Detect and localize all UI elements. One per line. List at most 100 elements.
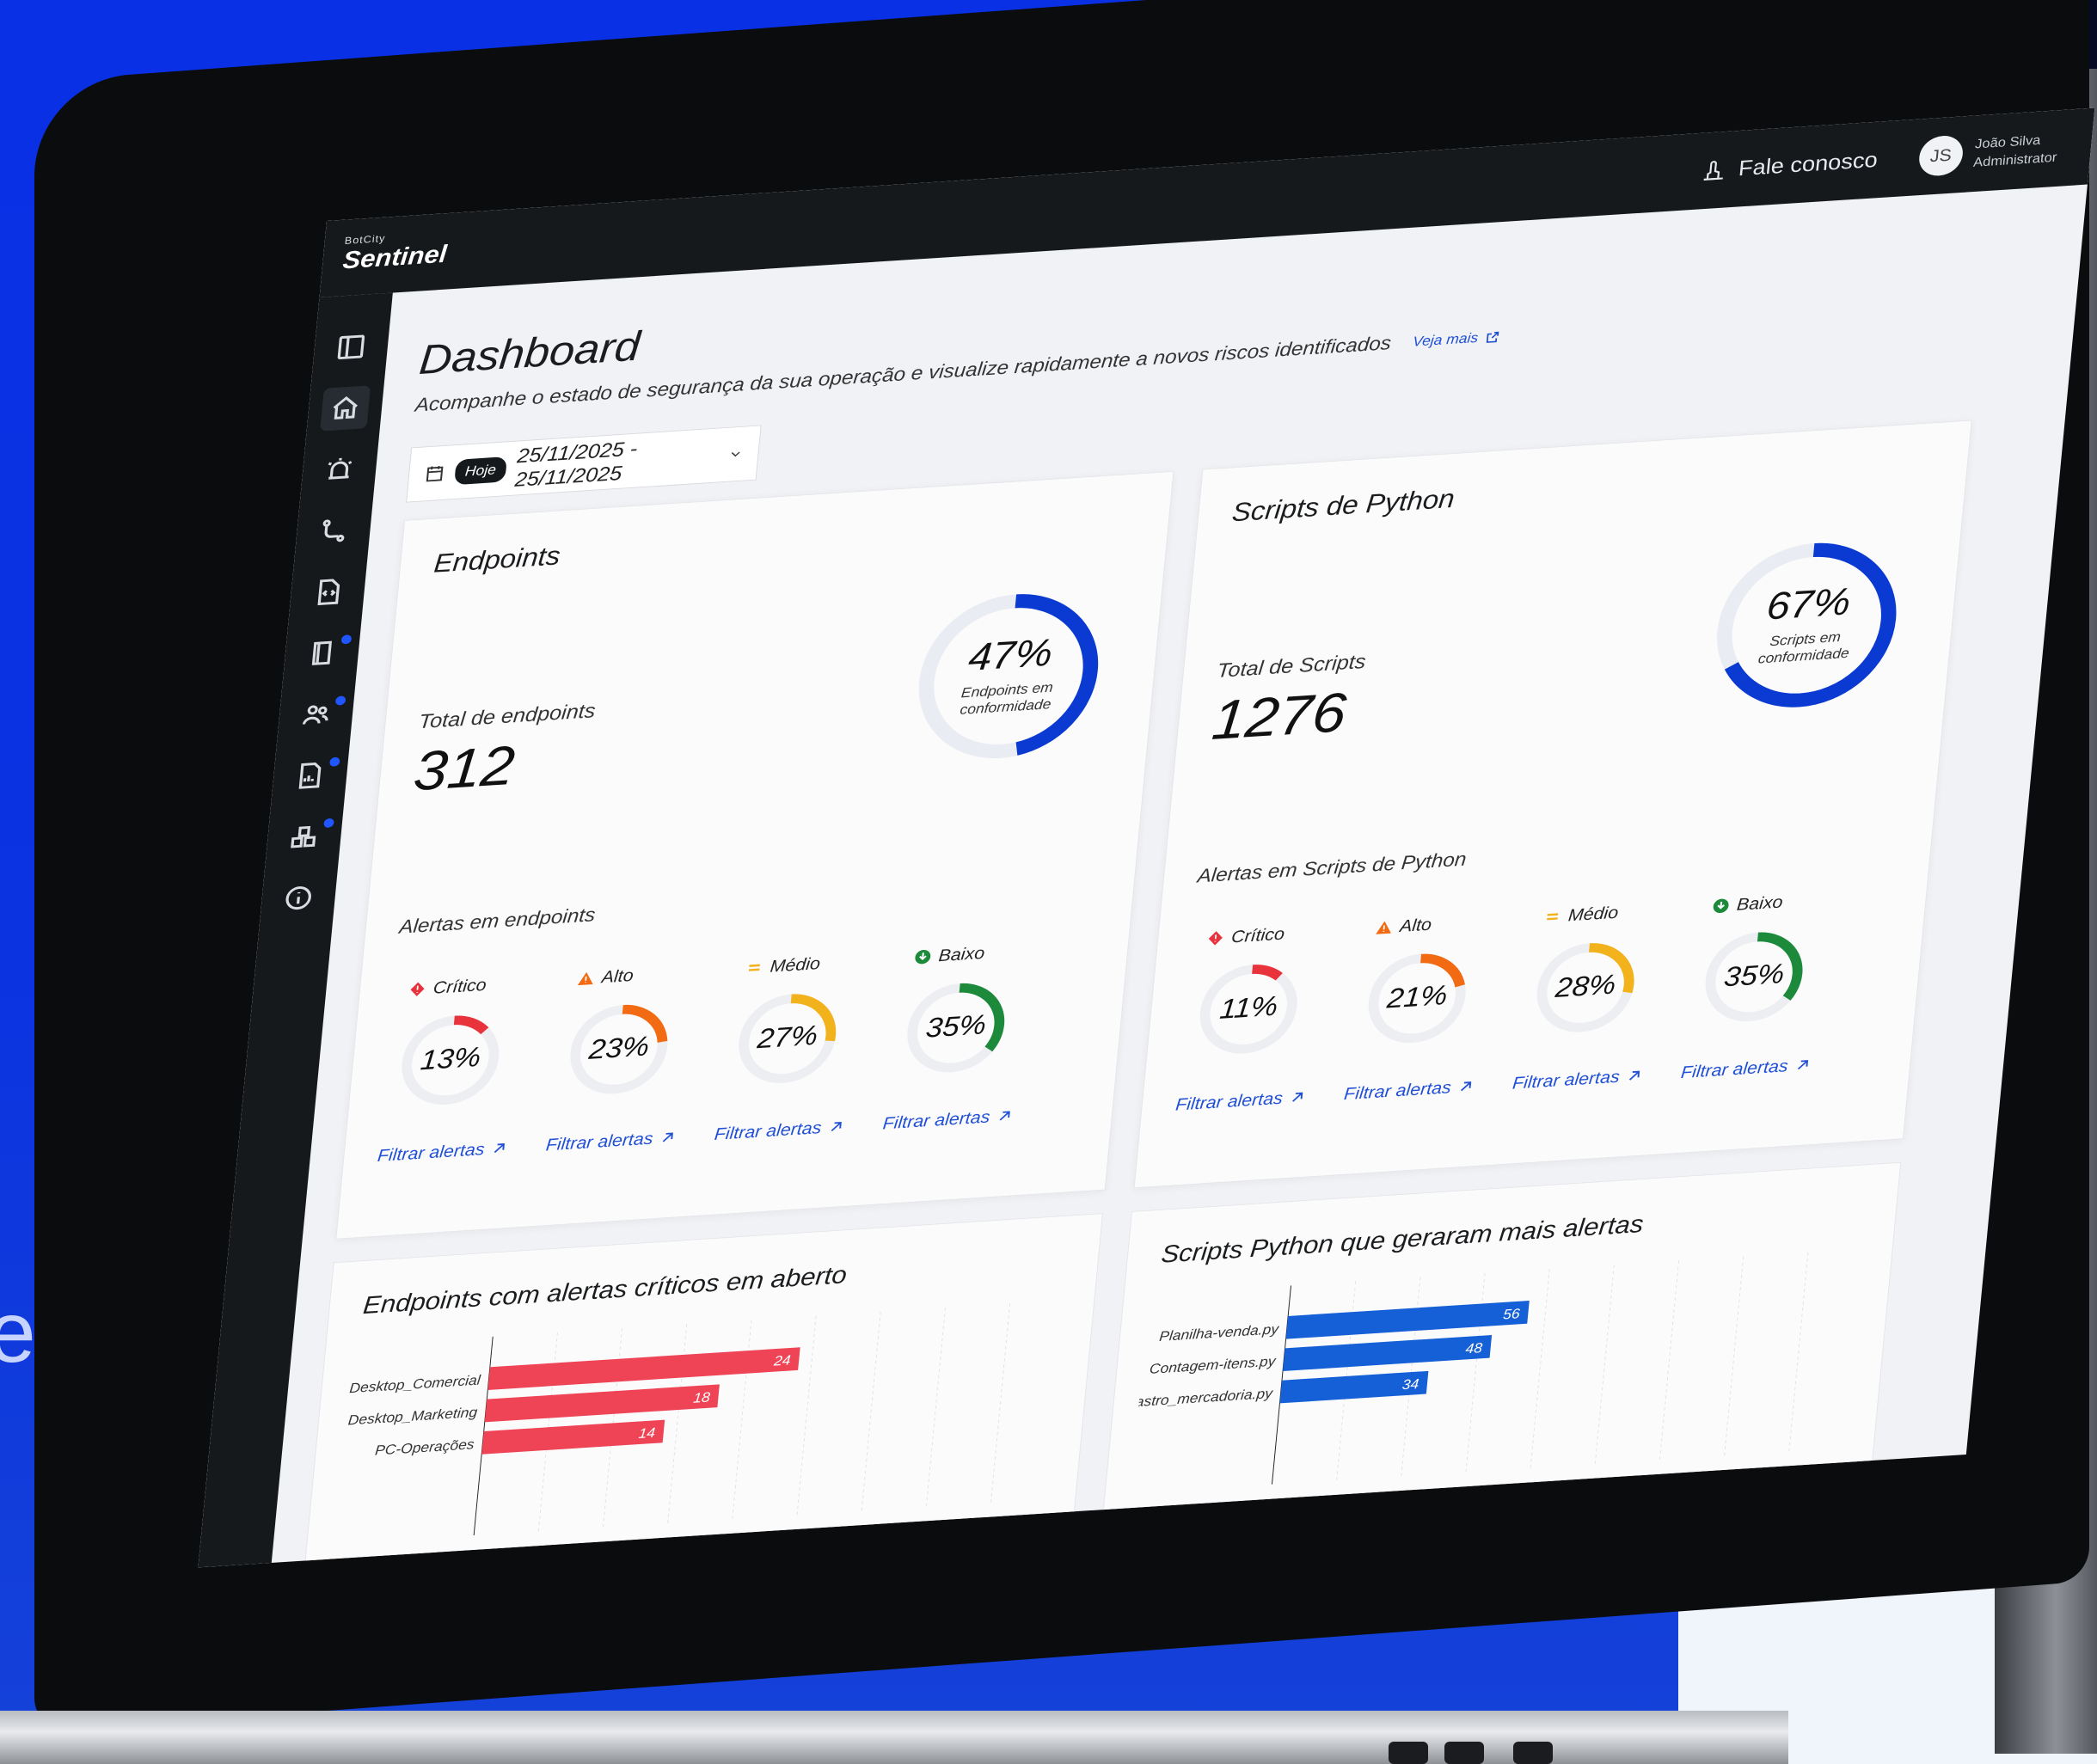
severity-donut: 21% bbox=[1358, 945, 1476, 1051]
users-icon[interactable] bbox=[291, 691, 346, 737]
chevron-down-icon bbox=[731, 451, 740, 457]
severity-donut: 35% bbox=[897, 975, 1015, 1081]
alerts-title: Alertas em Scripts de Python bbox=[1196, 848, 1468, 887]
severity-label-text: Crítico bbox=[432, 975, 487, 998]
filter-alerts-label: Filtrar alertas bbox=[1511, 1066, 1621, 1093]
severity-icon bbox=[1376, 921, 1391, 934]
more-link[interactable]: Veja mais bbox=[1412, 328, 1500, 350]
filter-alerts-label: Filtrar alertas bbox=[1343, 1077, 1452, 1104]
severity-icon bbox=[915, 949, 931, 965]
bar-value-label: 34 bbox=[1401, 1376, 1419, 1393]
calendar-icon bbox=[426, 465, 444, 482]
scripts-card: Scripts de Python Total de Scripts 1276 … bbox=[1133, 420, 1972, 1189]
user-menu[interactable]: JS João Silva Administrator bbox=[1916, 128, 2060, 177]
arrow-up-right-icon bbox=[999, 1111, 1011, 1121]
today-badge[interactable]: Hoje bbox=[453, 456, 507, 485]
bar-value-label: 18 bbox=[693, 1389, 712, 1406]
date-range-value: 25/11/2025 - 25/11/2025 bbox=[513, 437, 639, 492]
total-label: Total de Scripts bbox=[1216, 649, 1367, 683]
home-icon[interactable] bbox=[320, 385, 371, 432]
alerts-title: Alertas em endpoints bbox=[398, 903, 597, 939]
filter-alerts-label: Filtrar alertas bbox=[713, 1118, 823, 1144]
severity-label-text: Crítico bbox=[1230, 923, 1286, 946]
port-icon bbox=[1444, 1742, 1484, 1764]
filter-alerts-link[interactable]: Filtrar alertas bbox=[882, 1106, 1015, 1134]
severity-label: Médio bbox=[729, 947, 875, 983]
arrow-up-right-icon bbox=[1798, 1060, 1809, 1070]
category-label: Desktop_Comercial bbox=[349, 1372, 482, 1396]
route-icon[interactable] bbox=[308, 508, 359, 554]
book-icon[interactable] bbox=[297, 630, 353, 676]
severity-label-text: Médio bbox=[1567, 902, 1620, 925]
filter-alerts-link[interactable]: Filtrar alertas bbox=[1343, 1076, 1475, 1105]
endpoints-card: Endpoints Total de endpoints 312 47% End… bbox=[335, 470, 1174, 1240]
gridline bbox=[1659, 1260, 1680, 1460]
severity-0: Crítico 13% Filtrar alertas bbox=[372, 969, 537, 1208]
severity-label: Baixo bbox=[898, 936, 1044, 971]
port-icon bbox=[1513, 1742, 1553, 1764]
gridline bbox=[1594, 1265, 1615, 1464]
brand-logo[interactable]: BotCity Sentinel bbox=[341, 229, 449, 275]
bar[interactable] bbox=[481, 1419, 665, 1455]
severity-icon bbox=[1713, 898, 1729, 914]
contact-button[interactable]: Fale conosco bbox=[1699, 147, 1879, 184]
arrow-up-right-icon bbox=[1292, 1092, 1303, 1102]
report-icon[interactable] bbox=[285, 753, 340, 799]
contact-label: Fale conosco bbox=[1737, 147, 1879, 181]
severity-label: Alto bbox=[561, 958, 707, 993]
severity-2: Médio 27% Filtrar alertas bbox=[709, 947, 874, 1186]
date-range-picker[interactable]: Hoje 25/11/2025 - 25/11/2025 bbox=[406, 425, 762, 503]
arrow-up-right-icon bbox=[494, 1142, 506, 1154]
notification-dot bbox=[340, 634, 353, 645]
category-label: Contagem-itens.py bbox=[1149, 1353, 1278, 1377]
bar[interactable] bbox=[487, 1347, 800, 1390]
bar[interactable] bbox=[1283, 1334, 1493, 1372]
severity-donut: 13% bbox=[391, 1007, 509, 1113]
alarm-icon[interactable] bbox=[314, 447, 365, 493]
severity-label-text: Médio bbox=[769, 953, 822, 977]
category-label: Cadastro_mercadoria.py bbox=[1131, 1386, 1275, 1412]
critical-endpoints-chart-card: Endpoints com alertas críticos em aberto… bbox=[289, 1213, 1104, 1568]
info-icon[interactable] bbox=[273, 875, 324, 921]
filter-alerts-link[interactable]: Filtrar alertas bbox=[545, 1127, 678, 1155]
notification-dot bbox=[328, 756, 340, 767]
card-title: Scripts de Python bbox=[1230, 484, 1456, 528]
filter-alerts-label: Filtrar alertas bbox=[377, 1139, 486, 1166]
filter-alerts-label: Filtrar alertas bbox=[1680, 1056, 1789, 1082]
bar-value-label: 14 bbox=[638, 1425, 656, 1442]
notification-dot bbox=[334, 695, 346, 706]
severity-1: Alto 23% Filtrar alertas bbox=[541, 958, 706, 1197]
bar-value-label: 56 bbox=[1502, 1306, 1521, 1322]
total-value: 312 bbox=[411, 734, 518, 803]
filter-alerts-link[interactable]: Filtrar alertas bbox=[714, 1116, 846, 1144]
bar[interactable] bbox=[1285, 1301, 1530, 1339]
severity-icon bbox=[748, 964, 760, 971]
total-label: Total de endpoints bbox=[418, 698, 597, 733]
severity-label-text: Alto bbox=[600, 965, 635, 987]
severity-label: Baixo bbox=[1695, 885, 1842, 921]
severity-3: Baixo 35% Filtrar alertas bbox=[878, 936, 1043, 1175]
components-icon[interactable] bbox=[279, 814, 334, 860]
severity-2: Médio 28% Filtrar alertas bbox=[1508, 896, 1673, 1135]
filter-alerts-label: Filtrar alertas bbox=[881, 1106, 991, 1133]
severity-donut: 35% bbox=[1695, 923, 1812, 1030]
filter-alerts-link[interactable]: Filtrar alertas bbox=[1174, 1087, 1307, 1115]
filter-alerts-link[interactable]: Filtrar alertas bbox=[1680, 1055, 1812, 1083]
severity-label-text: Alto bbox=[1399, 914, 1433, 936]
category-label: PC-Operações bbox=[374, 1436, 475, 1459]
severity-icon bbox=[1547, 913, 1559, 921]
sidebar-toggle-icon[interactable] bbox=[326, 324, 377, 370]
filter-alerts-link[interactable]: Filtrar alertas bbox=[1511, 1065, 1644, 1093]
severity-icon bbox=[577, 971, 593, 986]
severity-label: Alto bbox=[1358, 907, 1505, 942]
more-link-label: Veja mais bbox=[1412, 329, 1480, 350]
filter-alerts-link[interactable]: Filtrar alertas bbox=[377, 1138, 509, 1167]
total-value: 1276 bbox=[1209, 682, 1349, 752]
external-link-icon bbox=[1486, 331, 1499, 343]
filter-alerts-label: Filtrar alertas bbox=[1174, 1087, 1284, 1115]
arrow-up-right-icon bbox=[1629, 1070, 1640, 1081]
bar[interactable] bbox=[484, 1384, 720, 1423]
arrow-up-right-icon bbox=[1461, 1081, 1472, 1092]
arrow-up-right-icon bbox=[663, 1132, 674, 1142]
code-file-icon[interactable] bbox=[303, 569, 353, 615]
